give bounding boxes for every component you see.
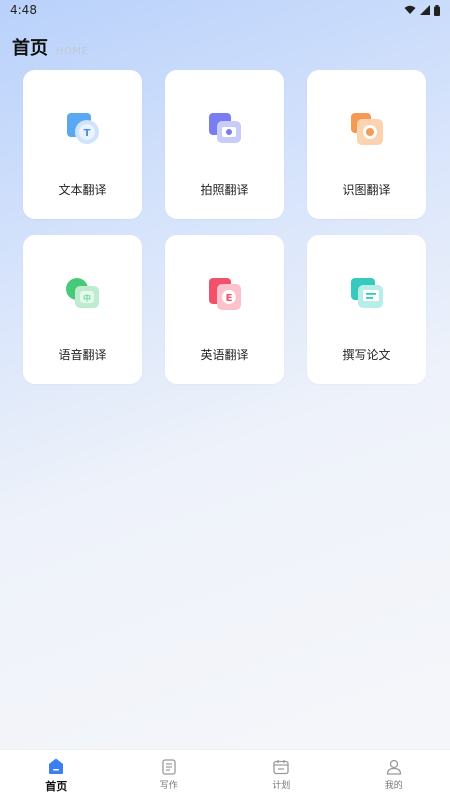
- card-english-translate[interactable]: E 英语翻译: [165, 235, 284, 384]
- card-camera-translate[interactable]: 拍照翻译: [165, 70, 284, 219]
- page-title: 首页: [12, 38, 48, 59]
- calendar-icon: [273, 760, 289, 775]
- tab-home[interactable]: 首页: [0, 750, 113, 800]
- user-icon: [386, 759, 401, 775]
- status-bar: 4:48: [0, 0, 450, 20]
- signal-icon: [420, 5, 430, 15]
- card-label: 语音翻译: [58, 348, 107, 362]
- feature-grid: T 文本翻译 拍照翻译 识图翻译 中 语音翻译 E 英语翻译 撰写论文: [23, 70, 426, 384]
- tab-label: 计划: [272, 781, 291, 791]
- card-paper-writing[interactable]: 撰写论文: [307, 235, 426, 384]
- status-time: 4:48: [10, 3, 37, 17]
- card-label: 英语翻译: [200, 348, 249, 362]
- svg-text:T: T: [83, 128, 90, 139]
- tab-label: 首页: [45, 779, 68, 793]
- battery-icon: [434, 4, 440, 16]
- svg-text:E: E: [225, 293, 232, 304]
- english-translate-icon: E: [207, 276, 243, 312]
- image-translate-icon: [349, 111, 385, 147]
- tab-label: 写作: [159, 781, 178, 791]
- bottom-tab-bar: 首页 写作 计划 我的: [0, 749, 450, 800]
- camera-translate-icon: [207, 111, 243, 147]
- paper-writing-icon: [349, 276, 385, 312]
- text-translate-icon: T: [65, 111, 101, 147]
- card-label: 拍照翻译: [200, 183, 249, 197]
- tab-mine[interactable]: 我的: [338, 750, 450, 800]
- page-header: 首页 HOME: [12, 34, 88, 60]
- card-image-translate[interactable]: 识图翻译: [307, 70, 426, 219]
- tab-writing[interactable]: 写作: [113, 750, 226, 800]
- svg-text:中: 中: [83, 293, 91, 303]
- wifi-icon: [404, 5, 416, 14]
- tab-label: 我的: [384, 781, 403, 791]
- tab-plan[interactable]: 计划: [225, 750, 338, 800]
- card-voice-translate[interactable]: 中 语音翻译: [23, 235, 142, 384]
- card-label: 文本翻译: [58, 183, 107, 197]
- page-subtitle: HOME: [56, 46, 89, 57]
- card-label: 识图翻译: [342, 183, 391, 197]
- card-label: 撰写论文: [342, 348, 391, 362]
- document-icon: [162, 759, 176, 775]
- status-icons: [404, 4, 440, 16]
- home-icon: [49, 758, 64, 774]
- voice-translate-icon: 中: [65, 276, 101, 312]
- card-text-translate[interactable]: T 文本翻译: [23, 70, 142, 219]
